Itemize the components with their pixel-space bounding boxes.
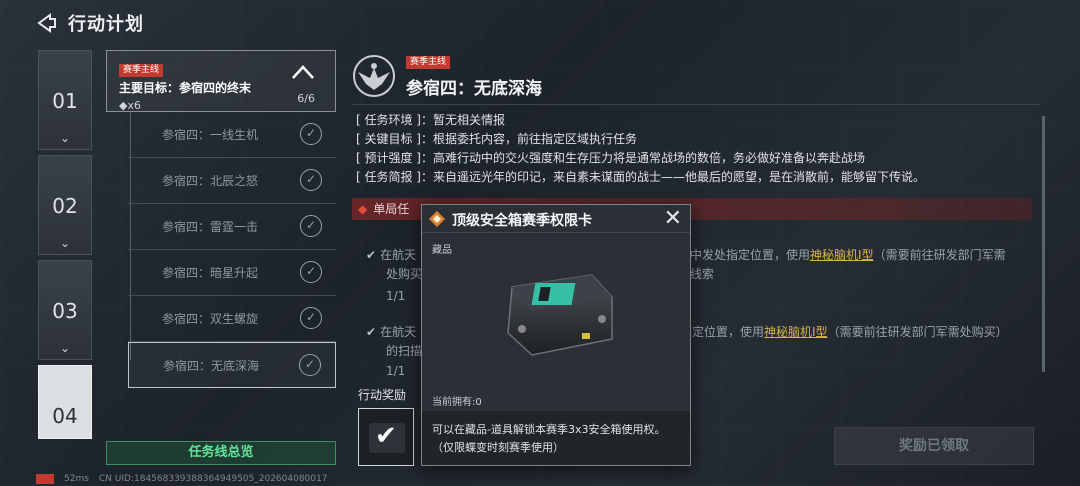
card-item-icon — [428, 210, 446, 228]
info-brief: [ 任务简报 ]：来自遥远光年的印记，来自素未谋面的战士——他最后的愿望，是在消… — [356, 170, 925, 184]
sub-mission-item-selected[interactable]: 参宿四：无底深海 ✓ — [128, 342, 336, 388]
owned-count: 当前拥有:0 — [432, 397, 482, 408]
item-category: 藏品 — [432, 245, 452, 256]
check-icon: ✔ — [366, 248, 377, 262]
warning-icon: ◆ — [358, 202, 368, 216]
main-target-reward: ◆x6 — [119, 99, 141, 112]
secure-case-image — [422, 257, 692, 377]
mission-title: 参宿四：无底深海 — [406, 79, 542, 99]
page-title: 行动计划 — [68, 14, 144, 35]
chevron-up-icon[interactable] — [291, 61, 315, 86]
sub-mission-label: 参宿四：暗星升起 — [162, 266, 259, 280]
chevron-down-icon: ⌄ — [59, 131, 71, 145]
mission-info: [ 任务环境 ]：暂无相关情报 [ 关键目标 ]：根据委托内容，前往指定区域执行… — [356, 111, 1036, 187]
sub-mission-label: 参宿四：雷霆一击 — [162, 220, 259, 234]
claimed-check-icon: ✔ — [375, 421, 397, 451]
season-tag: 赛季主线 — [119, 64, 164, 77]
chapter-number: 02 — [52, 194, 78, 218]
back-arrow-icon[interactable] — [36, 12, 58, 34]
sub-mission-label: 参宿四：双生螺旋 — [162, 312, 259, 326]
completed-check-icon: ✓ — [300, 123, 322, 145]
chapter-number: 04 — [52, 404, 78, 428]
sub-mission-label: 参宿四：一线生机 — [162, 128, 259, 142]
chevron-down-icon: ⌄ — [59, 341, 71, 355]
reward-label: 行动奖励 — [358, 388, 407, 402]
scrollbar[interactable] — [1042, 116, 1045, 372]
status-footer: 52ms CN UID:18456833938836494950​5_20260… — [36, 474, 327, 484]
item-detail-popup: 顶级安全箱赛季权限卡 ✕ 藏品 当前拥有:0 可以在藏品-道具解锁本赛季3x3安… — [421, 204, 691, 466]
task-text: （需要前往研发部门军需处购买） — [827, 325, 1008, 339]
task-text: 中发处指定位置，使用 — [690, 248, 811, 262]
item-description: 可以在藏品-道具解锁本赛季3x3安全箱使用权。（仅限蝶变时刻赛季使用） — [422, 411, 690, 465]
main-target-progress: 6/6 — [297, 92, 315, 105]
task-line: 中发处指定位置，使用神秘脑机Ⅰ型（需要前往研发部门军需 — [690, 246, 1006, 265]
sub-mission-item[interactable]: 参宿四：一线生机 ✓ — [128, 112, 336, 158]
eagle-emblem-icon — [352, 54, 396, 98]
task-text: 定位置，使用 — [692, 325, 765, 339]
reward-item-slot[interactable]: ✔ — [358, 408, 414, 466]
sub-mission-item[interactable]: 参宿四：北辰之怒 ✓ — [128, 158, 336, 204]
sub-mission-item[interactable]: 参宿四：雷霆一击 ✓ — [128, 204, 336, 250]
popup-header: 顶级安全箱赛季权限卡 ✕ — [422, 205, 690, 233]
task-text: 的扫描 — [386, 344, 423, 358]
item-link[interactable]: 神秘脑机Ⅰ型 — [810, 248, 874, 262]
chevron-down-icon: ⌄ — [59, 236, 71, 250]
completed-check-icon: ✓ — [300, 261, 322, 283]
main-target-card[interactable]: 赛季主线 主要目标：参宿四的终末 ◆x6 6/6 — [106, 50, 336, 112]
sub-mission-label: 参宿四：北辰之怒 — [162, 174, 259, 188]
close-icon[interactable]: ✕ — [664, 206, 682, 231]
completed-check-icon: ✓ — [300, 215, 322, 237]
chapter-tab-02[interactable]: 02 ⌄ — [38, 155, 92, 255]
warning-text: 单局任 — [373, 202, 410, 216]
item-link[interactable]: 神秘脑机Ⅰ型 — [764, 325, 828, 339]
uid-text: CN UID:18456833938836494950​5_2026040800… — [98, 474, 328, 484]
popup-title: 顶级安全箱赛季权限卡 — [452, 213, 592, 229]
completed-check-icon: ✓ — [299, 354, 321, 376]
divider — [352, 104, 1040, 105]
task-text: 处购买 — [386, 267, 423, 281]
task-line: 处购买 — [386, 265, 422, 284]
task-line: ✔ 在航天 — [366, 323, 416, 342]
info-environment: [ 任务环境 ]：暂无相关情报 — [356, 113, 505, 127]
task-count: 1/1 — [386, 289, 406, 303]
chapter-number: 03 — [52, 299, 78, 323]
mission-overview-button[interactable]: 任务线总览 — [106, 441, 336, 465]
task-text: 在航天 — [380, 325, 417, 339]
info-key-target: [ 关键目标 ]：根据委托内容，前往指定区域执行任务 — [356, 132, 637, 146]
task-line: 线索 — [690, 265, 714, 284]
task-line: 定位置，使用神秘脑机Ⅰ型（需要前往研发部门军需处购买） — [692, 323, 1008, 342]
task-line: 的扫描 — [386, 342, 422, 361]
mission-list: 赛季主线 主要目标：参宿四的终末 ◆x6 6/6 参宿四：一线生机 ✓ 参宿四：… — [106, 50, 336, 388]
completed-check-icon: ✓ — [300, 169, 322, 191]
season-tag: 赛季主线 — [406, 56, 451, 69]
sub-mission-label: 参宿四：无底深海 — [163, 359, 260, 373]
task-line: ✔ 在航天 — [366, 246, 416, 265]
completed-check-icon: ✓ — [300, 307, 322, 329]
sub-mission-list: 参宿四：一线生机 ✓ 参宿四：北辰之怒 ✓ 参宿四：雷霆一击 ✓ 参宿四：暗星升… — [128, 112, 336, 388]
chapter-tab-03[interactable]: 03 ⌄ — [38, 260, 92, 360]
task-count: 1/1 — [386, 364, 406, 378]
chapter-tab-01[interactable]: 01 ⌄ — [38, 50, 92, 150]
sub-mission-item[interactable]: 参宿四：暗星升起 ✓ — [128, 250, 336, 296]
sub-mission-item[interactable]: 参宿四：双生螺旋 ✓ — [128, 296, 336, 342]
task-text: 线索 — [690, 267, 715, 281]
header: 行动计划 — [36, 10, 144, 36]
check-icon: ✔ — [366, 325, 377, 339]
task-text: 在航天 — [380, 248, 417, 262]
chapter-number: 01 — [52, 89, 78, 113]
signal-icon — [36, 474, 54, 484]
chapter-tabs: 01 ⌄ 02 ⌄ 03 ⌄ 04 — [38, 50, 92, 444]
reward-claimed-button[interactable]: 奖励已领取 — [834, 427, 1034, 465]
ping-text: 52ms — [64, 474, 89, 484]
chapter-tab-04[interactable]: 04 — [38, 365, 92, 439]
info-intensity: [ 预计强度 ]：高难行动中的交火强度和生存压力将是通常战场的数倍，务必做好准备… — [356, 151, 865, 165]
task-text: （需要前往研发部门军需 — [873, 248, 1006, 262]
